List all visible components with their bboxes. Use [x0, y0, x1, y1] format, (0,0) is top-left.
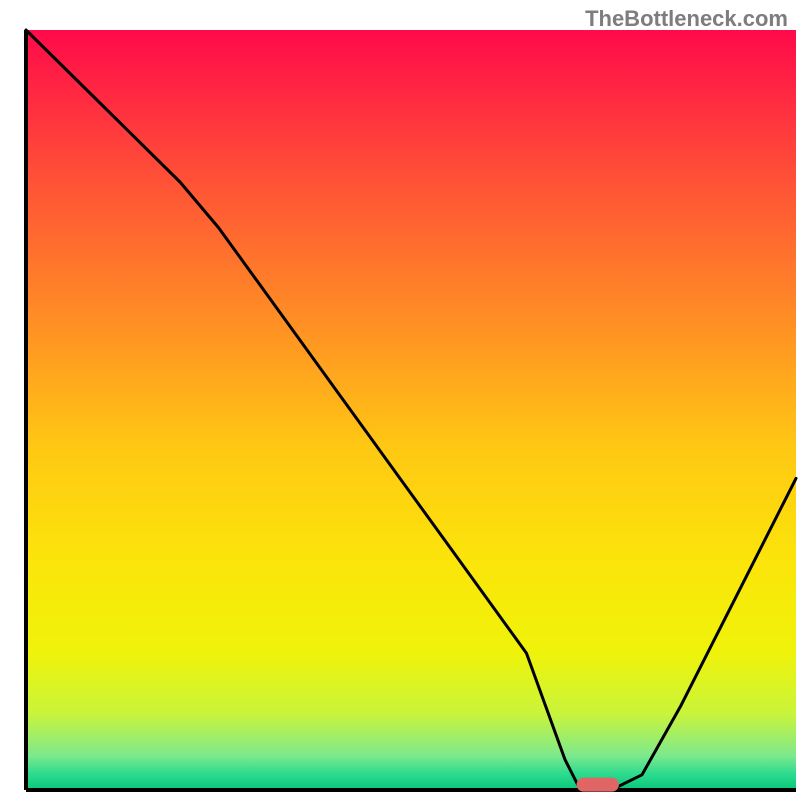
watermark-label: TheBottleneck.com: [585, 6, 788, 32]
chart-svg: [0, 0, 800, 800]
bottleneck-chart: TheBottleneck.com: [0, 0, 800, 800]
optimal-marker: [577, 778, 619, 792]
